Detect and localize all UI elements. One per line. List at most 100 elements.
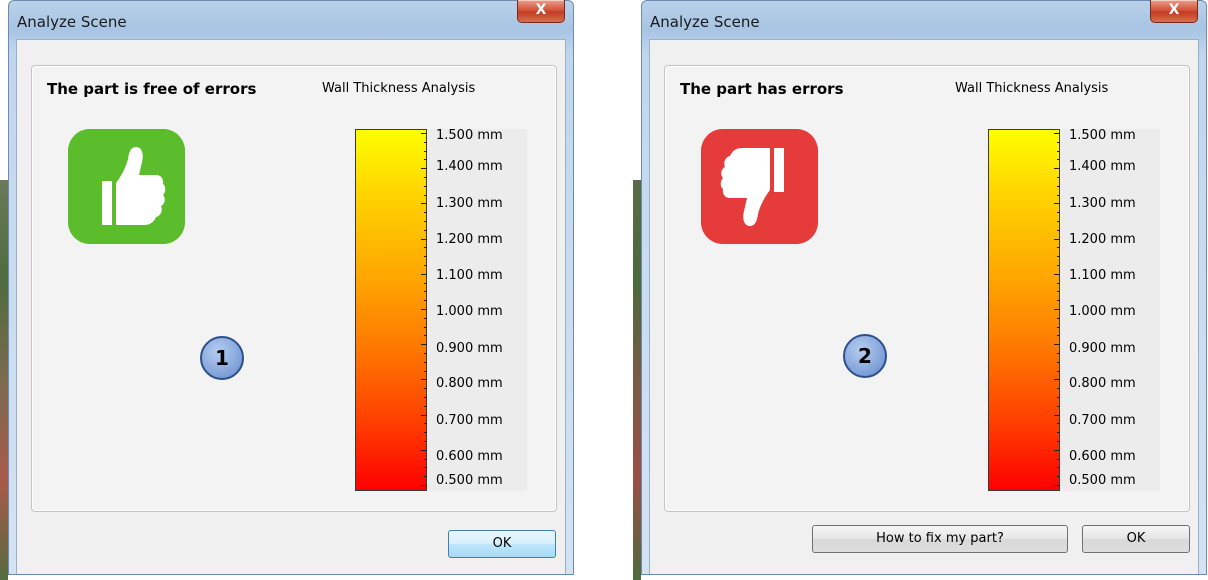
scale-tick [424,247,427,248]
scale-label: 1.200 mm [436,232,503,247]
scale-label: 0.600 mm [1069,449,1136,464]
scale-tick [1057,186,1060,187]
scale-tick [424,151,427,152]
scale-tick [1057,459,1060,460]
thumbs-up-icon [68,129,185,244]
scale-tick [421,415,427,416]
scale-tick [424,159,427,160]
scale-label: 0.500 mm [436,473,503,488]
scale-tick [1057,212,1060,213]
scale-tick [1057,335,1060,336]
scale-tick [1054,133,1060,134]
analysis-panel: The part is free of errors Wall Thicknes… [31,65,557,512]
dialog-body: The part has errors Wall Thickness Analy… [649,39,1199,574]
scale-tick [424,291,427,292]
scale-tick [424,423,427,424]
scale-tick [1054,203,1060,204]
scale-tick [421,450,427,451]
title-bar: Analyze Scene X [642,0,1206,41]
scale-tick [1054,344,1060,345]
scale-tick [424,353,427,354]
scale-tick [421,168,427,169]
scale-label: 0.800 mm [436,376,503,391]
scale-label: 0.800 mm [1069,376,1136,391]
wall-thickness-color-scale [988,129,1060,491]
scale-tick [1057,151,1060,152]
scale-tick [424,335,427,336]
scale-tick [1057,230,1060,231]
scale-tick [1057,353,1060,354]
status-message: The part has errors [680,80,844,98]
close-button[interactable]: X [517,0,565,23]
thumbs-down-icon [701,129,818,244]
scale-label: 0.700 mm [1069,413,1136,428]
scale-tick [424,467,427,468]
scale-tick [1054,485,1060,486]
analyze-scene-dialog-2: Analyze Scene X The part has errors Wall… [641,0,1207,575]
scale-label: 0.500 mm [1069,473,1136,488]
scale-tick [1054,309,1060,310]
scale-tick [421,274,427,275]
scale-tick [1057,476,1060,477]
scale-label: 1.100 mm [436,268,503,283]
scale-tick [1057,195,1060,196]
scale-tick [1057,159,1060,160]
scale-tick [421,309,427,310]
scale-tick [1057,283,1060,284]
scale-tick [424,318,427,319]
scale-tick [421,379,427,380]
background-strip [0,180,8,580]
scale-tick [424,177,427,178]
dialog-title: Analyze Scene [650,13,760,31]
scale-label: 1.300 mm [1069,196,1136,211]
scale-tick [424,221,427,222]
analyze-scene-dialog-1: Analyze Scene X The part is free of erro… [8,0,574,575]
scale-tick [1054,274,1060,275]
callout-badge: 1 [200,336,244,380]
scale-tick [1057,221,1060,222]
scale-tick [421,203,427,204]
ok-button[interactable]: OK [1082,525,1190,553]
scale-label: 1.300 mm [436,196,503,211]
scale-label: 1.400 mm [1069,159,1136,174]
scale-label: 1.000 mm [1069,304,1136,319]
scale-tick [424,406,427,407]
scale-tick [1057,371,1060,372]
background-gap [575,180,641,580]
scale-tick [424,362,427,363]
scale-label: 1.500 mm [436,128,503,143]
scale-label: 1.200 mm [1069,232,1136,247]
scale-tick [421,239,427,240]
close-button[interactable]: X [1150,0,1198,23]
scale-tick [424,186,427,187]
scale-tick [424,195,427,196]
scale-tick [1054,239,1060,240]
ok-button[interactable]: OK [448,530,556,558]
scale-tick [1057,388,1060,389]
scale-tick [424,388,427,389]
close-icon: X [535,2,547,18]
scale-tick [424,371,427,372]
analysis-panel: The part has errors Wall Thickness Analy… [664,65,1190,512]
scale-tick [1057,423,1060,424]
scale-tick [421,485,427,486]
scale-tick [1057,406,1060,407]
scale-tick [1057,441,1060,442]
scale-tick [424,256,427,257]
scale-tick [424,300,427,301]
callout-badge: 2 [843,334,887,378]
scale-tick [424,230,427,231]
scale-tick [424,283,427,284]
how-to-fix-button[interactable]: How to fix my part? [812,525,1068,553]
wall-thickness-label: Wall Thickness Analysis [955,81,1109,96]
scale-tick [1057,432,1060,433]
scale-tick [1054,450,1060,451]
scale-tick [1057,362,1060,363]
scale-label: 1.400 mm [436,159,503,174]
scale-tick [1057,142,1060,143]
scale-tick [1057,300,1060,301]
scale-tick [424,441,427,442]
dialog-body: The part is free of errors Wall Thicknes… [16,39,566,574]
scale-tick [421,344,427,345]
scale-tick [1057,327,1060,328]
